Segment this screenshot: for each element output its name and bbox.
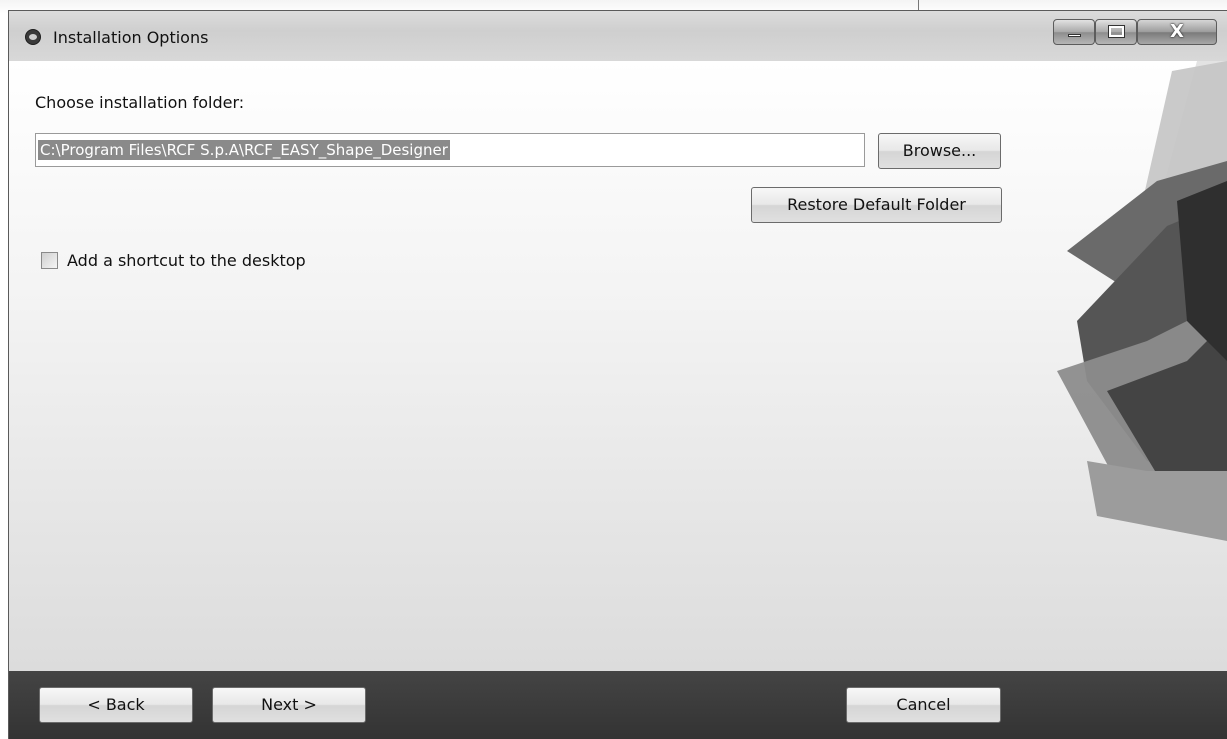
title-bar[interactable]: Installation Options X [9,11,1227,61]
minimize-button[interactable] [1053,19,1095,45]
browse-button[interactable]: Browse... [878,133,1001,169]
decorative-shapes [1057,61,1227,541]
background-divider [918,0,919,10]
next-button[interactable]: Next > [212,687,366,723]
folder-label: Choose installation folder: [35,93,245,112]
install-path-input[interactable]: C:\Program Files\RCF S.p.A\RCF_EASY_Shap… [35,133,865,167]
installer-window: Installation Options X Choose installati… [8,10,1227,739]
footer-bar: < Back Next > Cancel [9,671,1227,739]
maximize-button[interactable] [1095,19,1137,45]
desktop-shortcut-label[interactable]: Add a shortcut to the desktop [67,251,306,270]
window-title: Installation Options [53,28,209,47]
desktop-shortcut-checkbox[interactable] [41,252,58,269]
content-panel: Choose installation folder: C:\Program F… [9,61,1227,671]
close-button[interactable]: X [1137,19,1217,45]
cancel-button[interactable]: Cancel [846,687,1001,723]
back-button[interactable]: < Back [39,687,193,723]
app-icon [25,29,41,45]
close-icon: X [1170,21,1184,42]
restore-default-folder-button[interactable]: Restore Default Folder [751,187,1002,223]
install-path-value: C:\Program Files\RCF S.p.A\RCF_EASY_Shap… [38,140,450,160]
